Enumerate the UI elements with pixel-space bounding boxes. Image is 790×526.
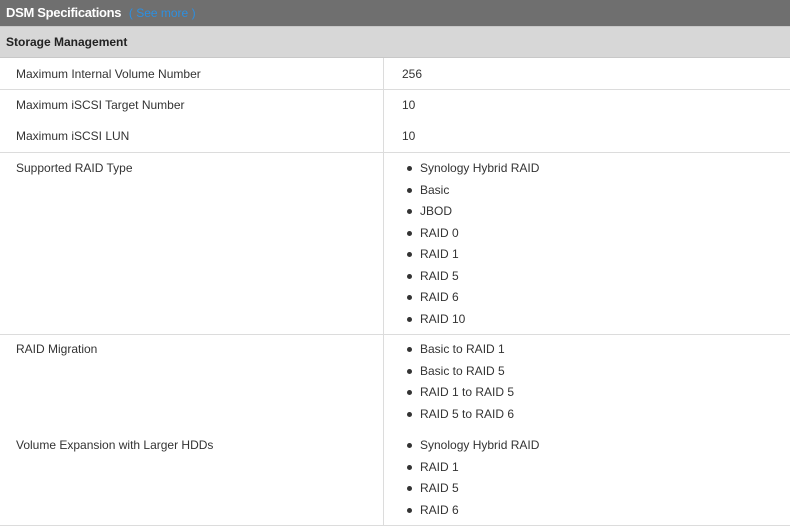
list-item: RAID 0 (407, 223, 539, 245)
spec-row: Maximum iSCSI LUN 10 (0, 129, 790, 145)
bullet-icon (407, 507, 412, 513)
spec-label: Volume Expansion with Larger HDDs (16, 438, 214, 452)
raid-type-list: Synology Hybrid RAID Basic JBOD RAID 0 R… (407, 158, 539, 330)
spec-label: Maximum Internal Volume Number (16, 67, 201, 81)
bullet-icon (407, 486, 412, 491)
page-title: DSM Specifications (6, 5, 122, 20)
list-item-label: RAID 6 (420, 502, 459, 517)
spec-label: Maximum iSCSI LUN (16, 129, 130, 143)
bullet-icon (407, 443, 412, 448)
spec-value: 10 (402, 129, 416, 143)
list-item-label: Synology Hybrid RAID (420, 161, 540, 175)
spec-value: 10 (402, 98, 416, 112)
bullet-icon (407, 347, 412, 352)
list-item-label: RAID 1 (420, 459, 459, 474)
list-item: JBOD (407, 201, 539, 223)
row-divider (0, 89, 790, 90)
list-item: RAID 1 (407, 457, 539, 479)
section-title: Storage Management (6, 35, 128, 49)
list-item-label: RAID 10 (420, 311, 466, 326)
list-item-label: Synology Hybrid RAID (420, 438, 540, 452)
bullet-icon (407, 316, 412, 322)
list-item: Basic to RAID 5 (407, 361, 514, 383)
bullet-icon (407, 295, 412, 300)
bullet-icon (407, 411, 412, 417)
spec-row-raid-type: Supported RAID Type (0, 161, 790, 177)
spec-row-raid-migration: RAID Migration (0, 342, 790, 358)
see-more-link[interactable]: ( See more ) (129, 6, 196, 20)
list-item-label: RAID 0 (420, 225, 459, 240)
spec-value: 256 (402, 67, 423, 81)
list-item: Basic to RAID 1 (407, 339, 514, 361)
spec-row-volume-expansion: Volume Expansion with Larger HDDs (0, 438, 790, 454)
list-item-label: RAID 5 (420, 481, 459, 495)
spec-row: Maximum Internal Volume Number 256 (0, 67, 790, 83)
spec-label: Maximum iSCSI Target Number (16, 98, 185, 112)
bullet-icon (407, 187, 412, 193)
list-item: RAID 6 (407, 500, 539, 522)
list-item: RAID 6 (407, 287, 539, 309)
list-item-label: RAID 1 (420, 247, 459, 261)
list-item: RAID 5 (407, 266, 539, 288)
list-item-label: RAID 5 to RAID 6 (420, 406, 515, 421)
raid-migration-list: Basic to RAID 1 Basic to RAID 5 RAID 1 t… (407, 339, 514, 425)
section-header: Storage Management (0, 26, 790, 58)
page-header: DSM Specifications ( See more ) (0, 0, 790, 26)
list-item-label: JBOD (420, 204, 453, 218)
spec-label: Supported RAID Type (16, 161, 133, 175)
list-item-label: Basic to RAID 1 (420, 342, 505, 356)
list-item: RAID 10 (407, 309, 539, 331)
list-item: RAID 5 (407, 478, 539, 500)
list-item-label: RAID 1 to RAID 5 (420, 385, 515, 399)
list-item-label: Basic to RAID 5 (420, 363, 505, 378)
list-item-label: Basic (420, 182, 450, 197)
list-item: RAID 1 (407, 244, 539, 266)
bullet-icon (407, 166, 412, 171)
list-item-label: RAID 6 (420, 290, 459, 304)
bullet-icon (407, 464, 412, 470)
list-item: RAID 1 to RAID 5 (407, 382, 514, 404)
bullet-icon (407, 209, 412, 214)
list-item: RAID 5 to RAID 6 (407, 404, 514, 426)
row-divider (0, 152, 790, 153)
list-item-label: RAID 5 (420, 268, 459, 283)
list-item: Basic (407, 180, 539, 202)
bullet-icon (407, 230, 412, 236)
bullet-icon (407, 368, 412, 374)
volume-expansion-list: Synology Hybrid RAID RAID 1 RAID 5 RAID … (407, 435, 539, 521)
bullet-icon (407, 273, 412, 279)
bullet-icon (407, 252, 412, 257)
spec-row: Maximum iSCSI Target Number 10 (0, 98, 790, 114)
spec-label: RAID Migration (16, 342, 98, 356)
list-item: Synology Hybrid RAID (407, 435, 539, 457)
list-item: Synology Hybrid RAID (407, 158, 539, 180)
bullet-icon (407, 390, 412, 395)
row-divider (0, 334, 790, 335)
